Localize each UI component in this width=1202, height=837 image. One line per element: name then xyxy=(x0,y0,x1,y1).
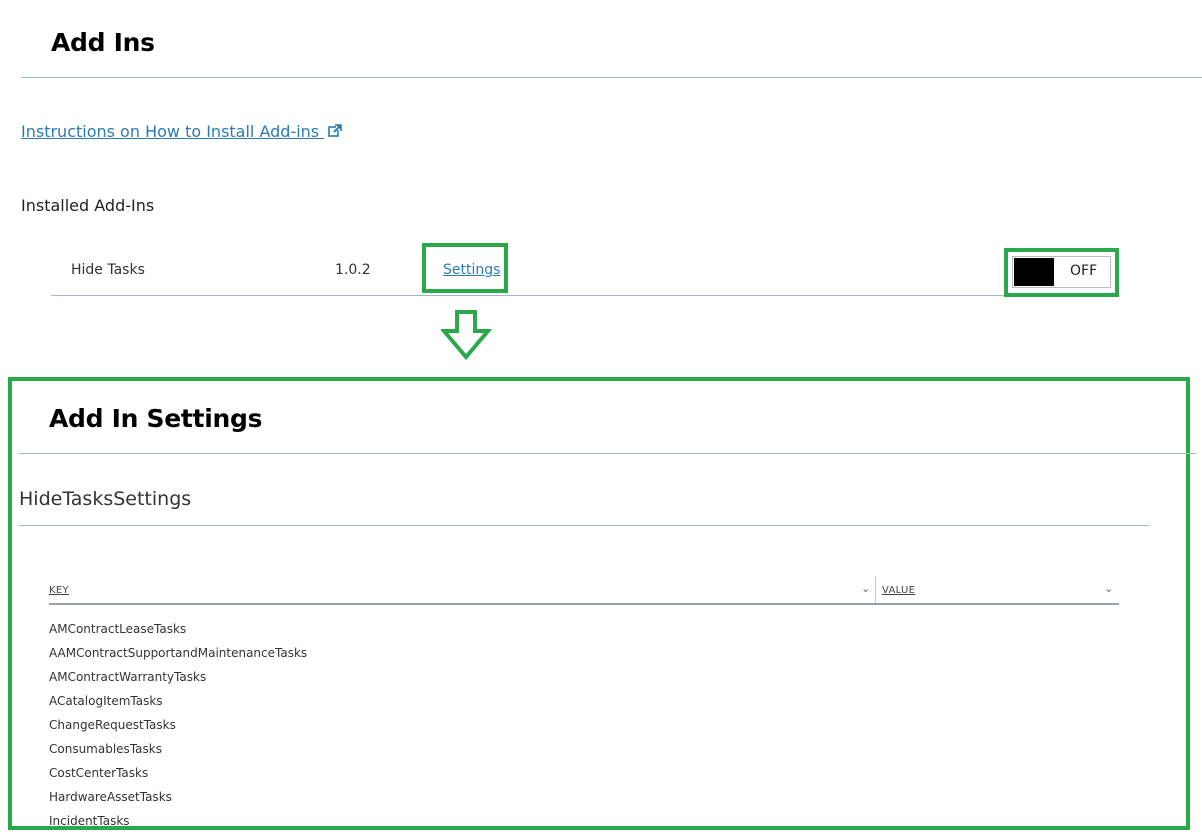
table-row[interactable]: IncidentTasks xyxy=(49,813,307,837)
settings-panel-title: Add In Settings xyxy=(49,404,263,433)
table-row[interactable]: ConsumablesTasks xyxy=(49,741,307,765)
table-row[interactable]: AMContractWarrantyTasks xyxy=(49,669,307,693)
external-link-icon xyxy=(328,123,343,142)
chevron-down-icon[interactable]: ⌄ xyxy=(1104,582,1113,595)
settings-section-title: HideTasksSettings xyxy=(19,488,192,510)
table-row[interactable]: ChangeRequestTasks xyxy=(49,717,307,741)
settings-title-divider xyxy=(19,453,1196,454)
addin-row-divider xyxy=(51,295,1115,296)
addin-version: 1.0.2 xyxy=(335,262,371,278)
page-title: Add Ins xyxy=(51,28,155,57)
down-arrow-icon xyxy=(439,309,493,365)
column-header-value[interactable]: VALUE xyxy=(882,585,915,596)
table-row[interactable]: HardwareAssetTasks xyxy=(49,789,307,813)
addin-settings-link[interactable]: Settings xyxy=(443,262,500,278)
settings-table-body: AMContractLeaseTasks AAMContractSupporta… xyxy=(49,621,307,837)
installed-addins-heading: Installed Add-Ins xyxy=(21,196,155,215)
chevron-down-icon[interactable]: ⌄ xyxy=(861,582,870,595)
table-header-underline xyxy=(49,603,1119,605)
title-divider xyxy=(21,77,1202,78)
table-row[interactable]: CostCenterTasks xyxy=(49,765,307,789)
table-row[interactable]: AMContractLeaseTasks xyxy=(49,621,307,645)
install-instructions-link[interactable]: Instructions on How to Install Add-ins xyxy=(21,122,343,142)
section-divider xyxy=(19,525,1149,526)
addin-name: Hide Tasks xyxy=(71,262,145,278)
table-row[interactable]: AAMContractSupportandMaintenanceTasks xyxy=(49,645,307,669)
table-row[interactable]: ACatalogItemTasks xyxy=(49,693,307,717)
install-instructions-label: Instructions on How to Install Add-ins xyxy=(21,122,320,141)
column-divider xyxy=(875,576,876,604)
toggle-knob xyxy=(1014,258,1054,286)
column-header-key[interactable]: KEY xyxy=(49,585,69,596)
toggle-state-label: OFF xyxy=(1070,263,1098,279)
